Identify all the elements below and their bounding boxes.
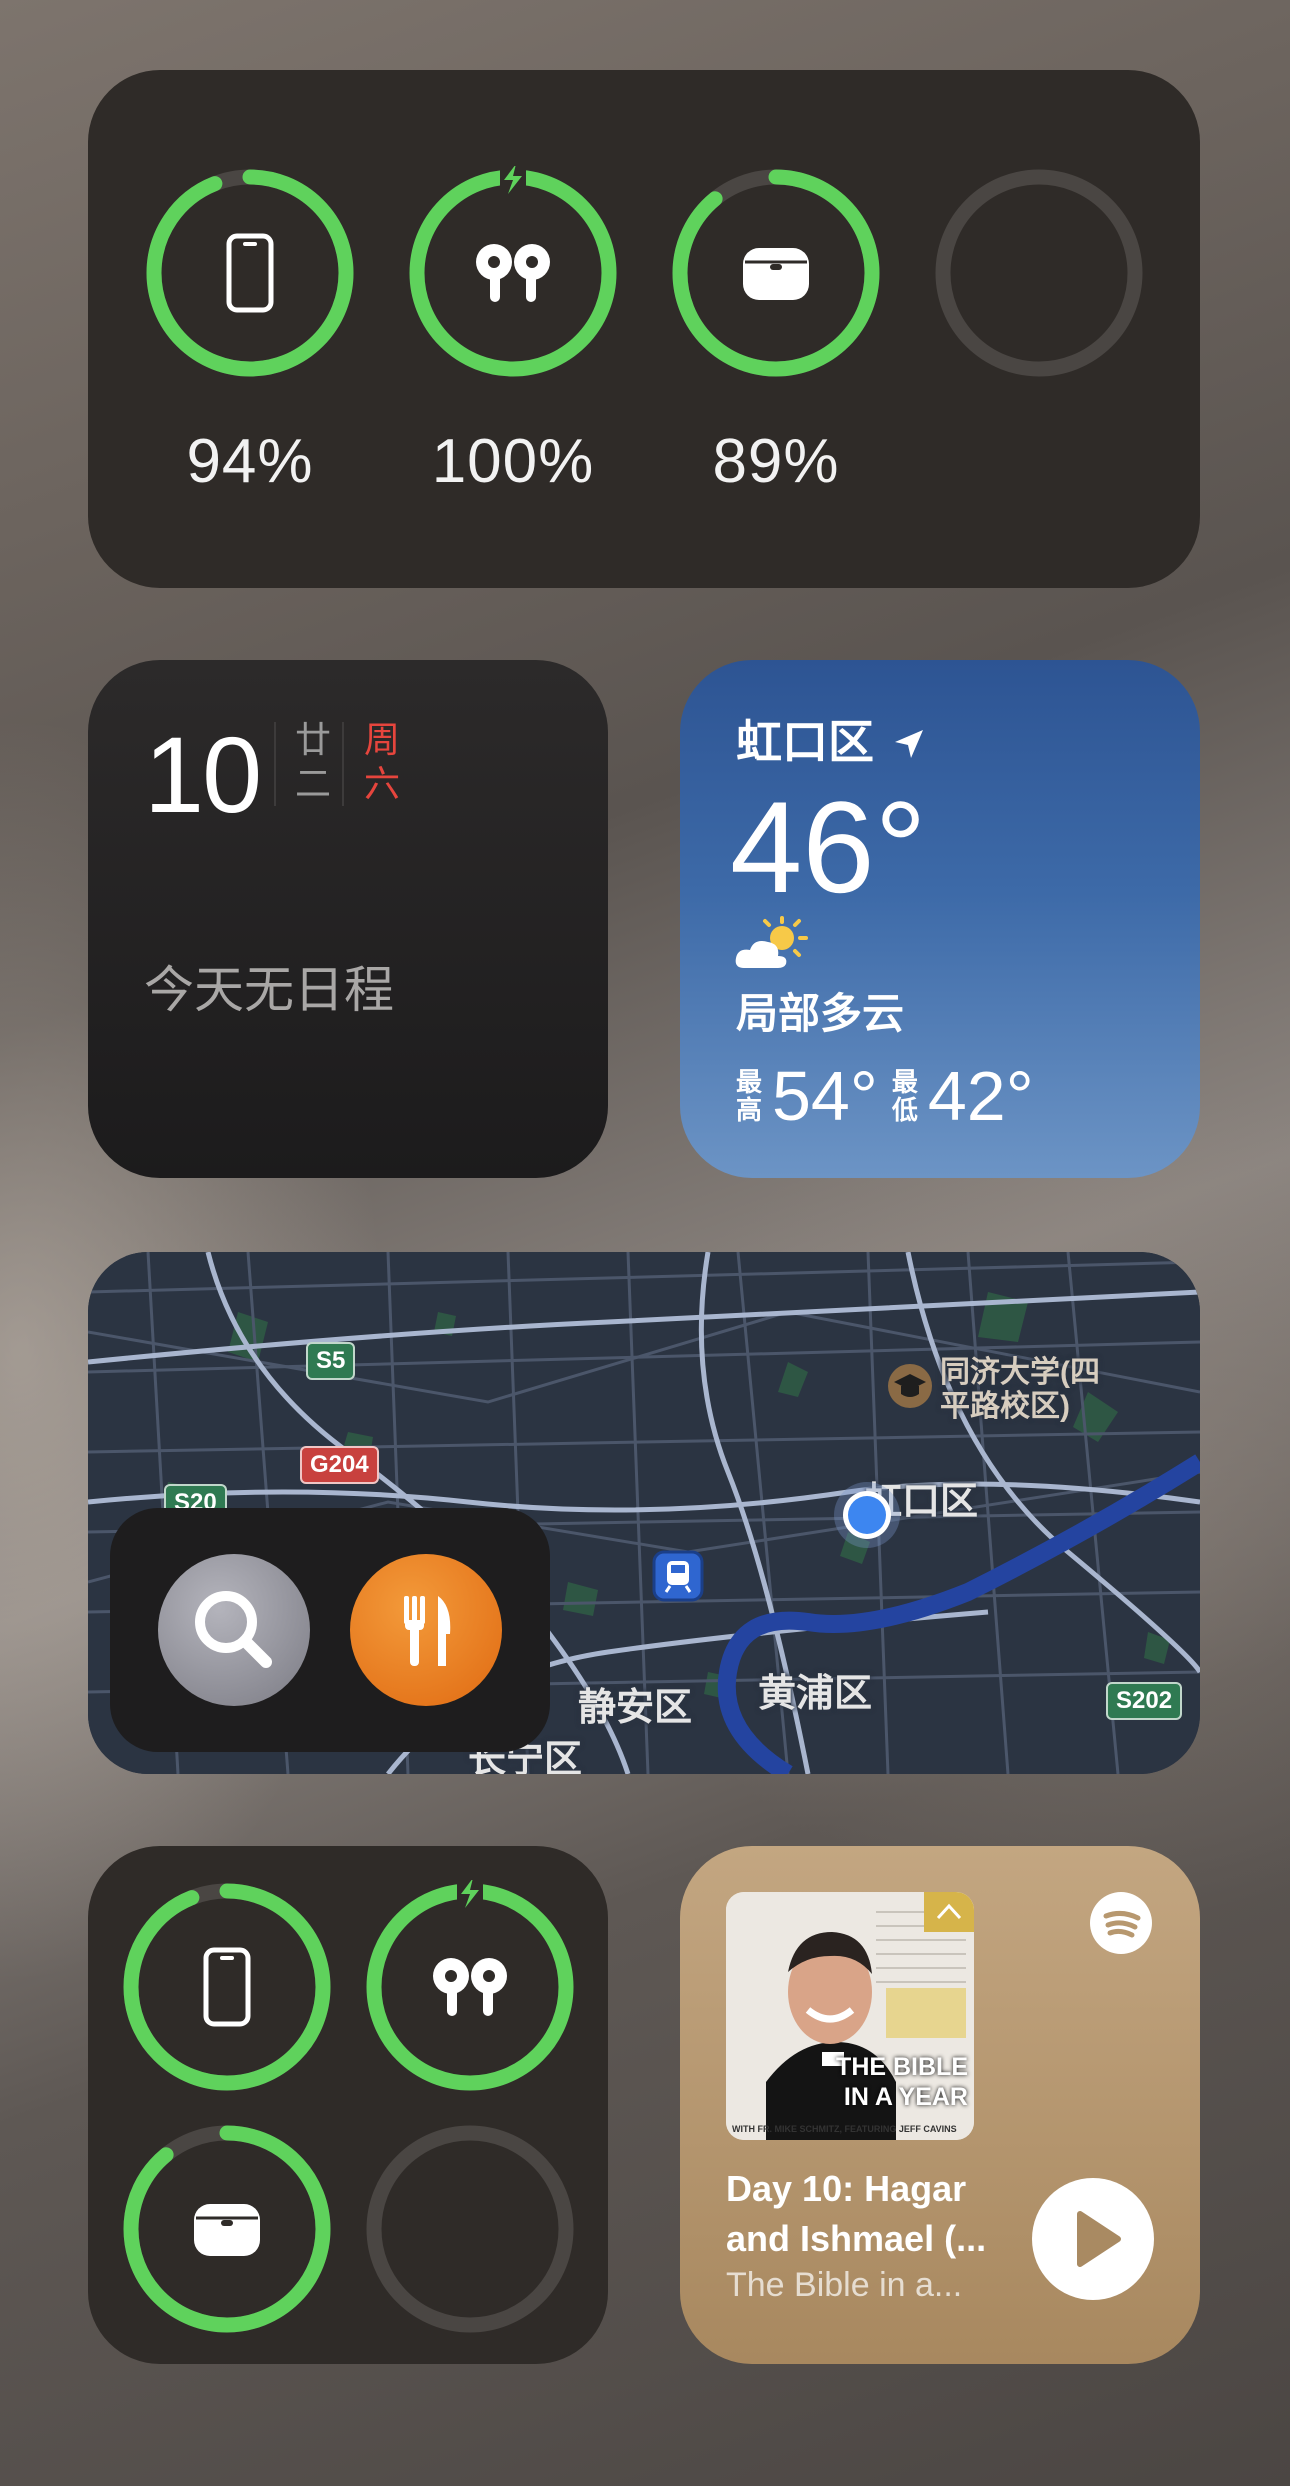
calendar-divider xyxy=(274,722,276,806)
lunar-top: 廿 xyxy=(294,719,331,760)
weather-condition: 局部多云 xyxy=(736,990,905,1037)
iphone-icon xyxy=(203,1947,251,2027)
weekday-bottom: 六 xyxy=(363,763,400,804)
airpods-icon xyxy=(433,1958,507,2016)
airpods-case-icon xyxy=(743,248,809,300)
battery-ring-airpods-case xyxy=(669,166,883,380)
metro-station-icon[interactable] xyxy=(652,1550,704,1602)
road-sign-g204: G204 xyxy=(300,1446,379,1484)
calendar-day: 10 xyxy=(144,714,262,835)
map-actions-panel xyxy=(110,1508,550,1752)
weather-location: 虹口区 xyxy=(736,706,927,772)
map-label-tongji: 同济大学(四 平路校区) xyxy=(940,1356,1100,1423)
weather-widget[interactable]: 虹口区 46° 局部多云 最高 54° 最低 42° xyxy=(680,660,1200,1178)
battery-percent-iphone: 94% xyxy=(186,427,314,496)
podcast-cover-title: THE BIBLE IN A YEAR xyxy=(836,2053,968,2111)
airpods-icon xyxy=(476,244,550,302)
airpods-case-icon xyxy=(194,2204,260,2256)
battery-ring-empty xyxy=(932,166,1146,380)
road-sign-s202: S202 xyxy=(1106,1682,1183,1720)
play-button[interactable] xyxy=(1032,2178,1154,2300)
podcast-cover-caption: WITH FR. MIKE SCHMITZ, FEATURING JEFF CA… xyxy=(732,2124,957,2134)
batteries-widget-large[interactable]: 94% 100% 89% xyxy=(88,70,1200,588)
calendar-weekday: 周 六 xyxy=(362,718,402,806)
battery-ring-airpods xyxy=(406,166,620,380)
weather-high: 54° xyxy=(772,1057,878,1135)
university-icon xyxy=(888,1364,932,1408)
calendar-empty-text: 今天无日程 xyxy=(144,962,394,1018)
map-label-jingan: 静安区 xyxy=(578,1687,693,1729)
restaurants-button[interactable] xyxy=(350,1554,502,1706)
play-icon xyxy=(1077,2211,1121,2267)
weekday-top: 周 xyxy=(363,719,400,760)
high-label: 最高 xyxy=(736,1067,763,1125)
calendar-lunar-date: 廿 二 xyxy=(293,718,333,806)
battery-ring-airpods xyxy=(363,1880,577,2094)
episode-title: Day 10: Hagar and Ishmael (... xyxy=(726,2168,987,2259)
battery-ring-airpods-case xyxy=(120,2122,334,2336)
partly-cloudy-icon xyxy=(735,916,808,968)
show-name: The Bible in a... xyxy=(726,2266,963,2304)
weather-location-text: 虹口区 xyxy=(736,716,874,768)
low-label: 最低 xyxy=(891,1067,918,1125)
road-sign-s5: S5 xyxy=(306,1342,356,1380)
battery-ring-empty xyxy=(363,2122,577,2336)
battery-percent-airpods-case: 89% xyxy=(712,427,840,496)
spotify-widget[interactable]: THE BIBLE IN A YEAR WITH FR. MIKE SCHMIT… xyxy=(680,1846,1200,2364)
weather-high-low: 最高 54° 最低 42° xyxy=(736,1056,1048,1136)
calendar-widget[interactable]: 10 廿 二 周 六 今天无日程 xyxy=(88,660,608,1178)
battery-ring-iphone xyxy=(143,166,357,380)
current-location-dot xyxy=(834,1482,900,1548)
search-icon xyxy=(195,1591,272,1668)
podcast-artwork[interactable]: THE BIBLE IN A YEAR WITH FR. MIKE SCHMIT… xyxy=(726,1892,974,2140)
location-arrow-icon xyxy=(894,730,923,758)
map-label-huangpu: 黄浦区 xyxy=(758,1673,873,1715)
batteries-widget-small[interactable] xyxy=(88,1846,608,2364)
weather-temperature: 46° xyxy=(730,774,927,920)
weather-low: 42° xyxy=(927,1057,1034,1135)
spotify-logo-icon xyxy=(1090,1892,1152,1954)
maps-widget[interactable]: S5 G204 S20 S202 同济大学(四 平路校区) 虹口区 静安区 黄浦… xyxy=(88,1252,1200,1774)
fork-knife-icon xyxy=(404,1596,451,1666)
battery-percent-airpods: 100% xyxy=(431,427,595,496)
calendar-divider xyxy=(342,722,344,806)
iphone-icon xyxy=(226,233,274,313)
search-button[interactable] xyxy=(158,1554,310,1706)
lunar-bottom: 二 xyxy=(294,763,331,804)
battery-ring-iphone xyxy=(120,1880,334,2094)
